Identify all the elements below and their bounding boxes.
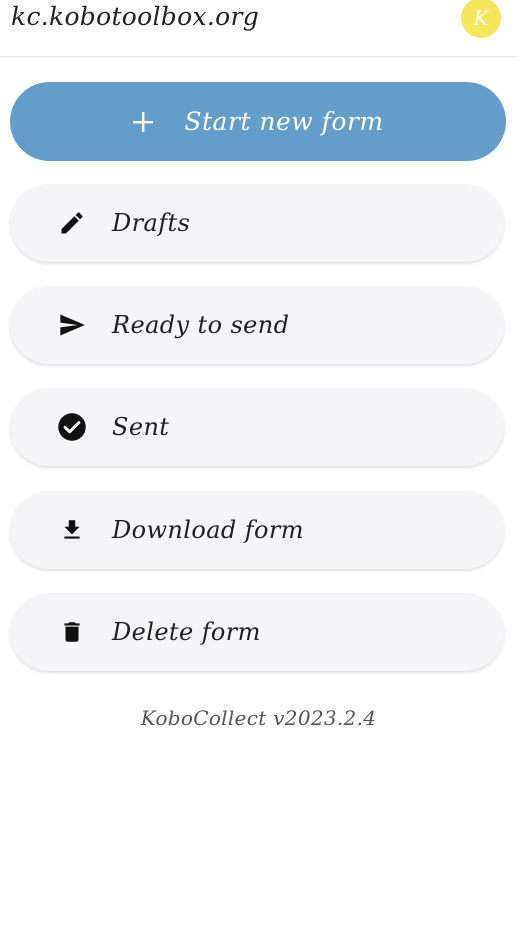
- server-url-title: kc.kobotoolbox.org: [11, 2, 260, 31]
- top-app-bar: kc.kobotoolbox.org K: [0, 0, 517, 57]
- ready-to-send-label: Ready to send: [112, 311, 290, 339]
- drafts-label: Drafts: [112, 209, 191, 237]
- check-circle-icon: [57, 412, 87, 442]
- delete-form-label: Delete form: [112, 618, 261, 646]
- plus-icon: [132, 111, 154, 133]
- send-icon: [57, 310, 87, 340]
- pencil-icon: [57, 208, 87, 238]
- download-icon: [57, 515, 87, 545]
- start-new-form-label: Start new form: [184, 107, 384, 136]
- project-avatar[interactable]: K: [461, 0, 501, 38]
- app-version-text: KoboCollect v2023.2.4: [140, 706, 377, 730]
- sent-button[interactable]: Sent: [10, 388, 504, 466]
- download-form-button[interactable]: Download form: [10, 491, 504, 569]
- start-new-form-button[interactable]: Start new form: [10, 82, 506, 161]
- sent-label: Sent: [112, 413, 170, 441]
- trash-icon: [57, 617, 87, 647]
- drafts-button[interactable]: Drafts: [10, 184, 504, 262]
- download-form-label: Download form: [112, 516, 304, 544]
- app-screen: kc.kobotoolbox.org K Start new form Draf…: [0, 0, 517, 940]
- avatar-letter: K: [473, 6, 489, 30]
- delete-form-button[interactable]: Delete form: [10, 593, 504, 671]
- ready-to-send-button[interactable]: Ready to send: [10, 286, 504, 364]
